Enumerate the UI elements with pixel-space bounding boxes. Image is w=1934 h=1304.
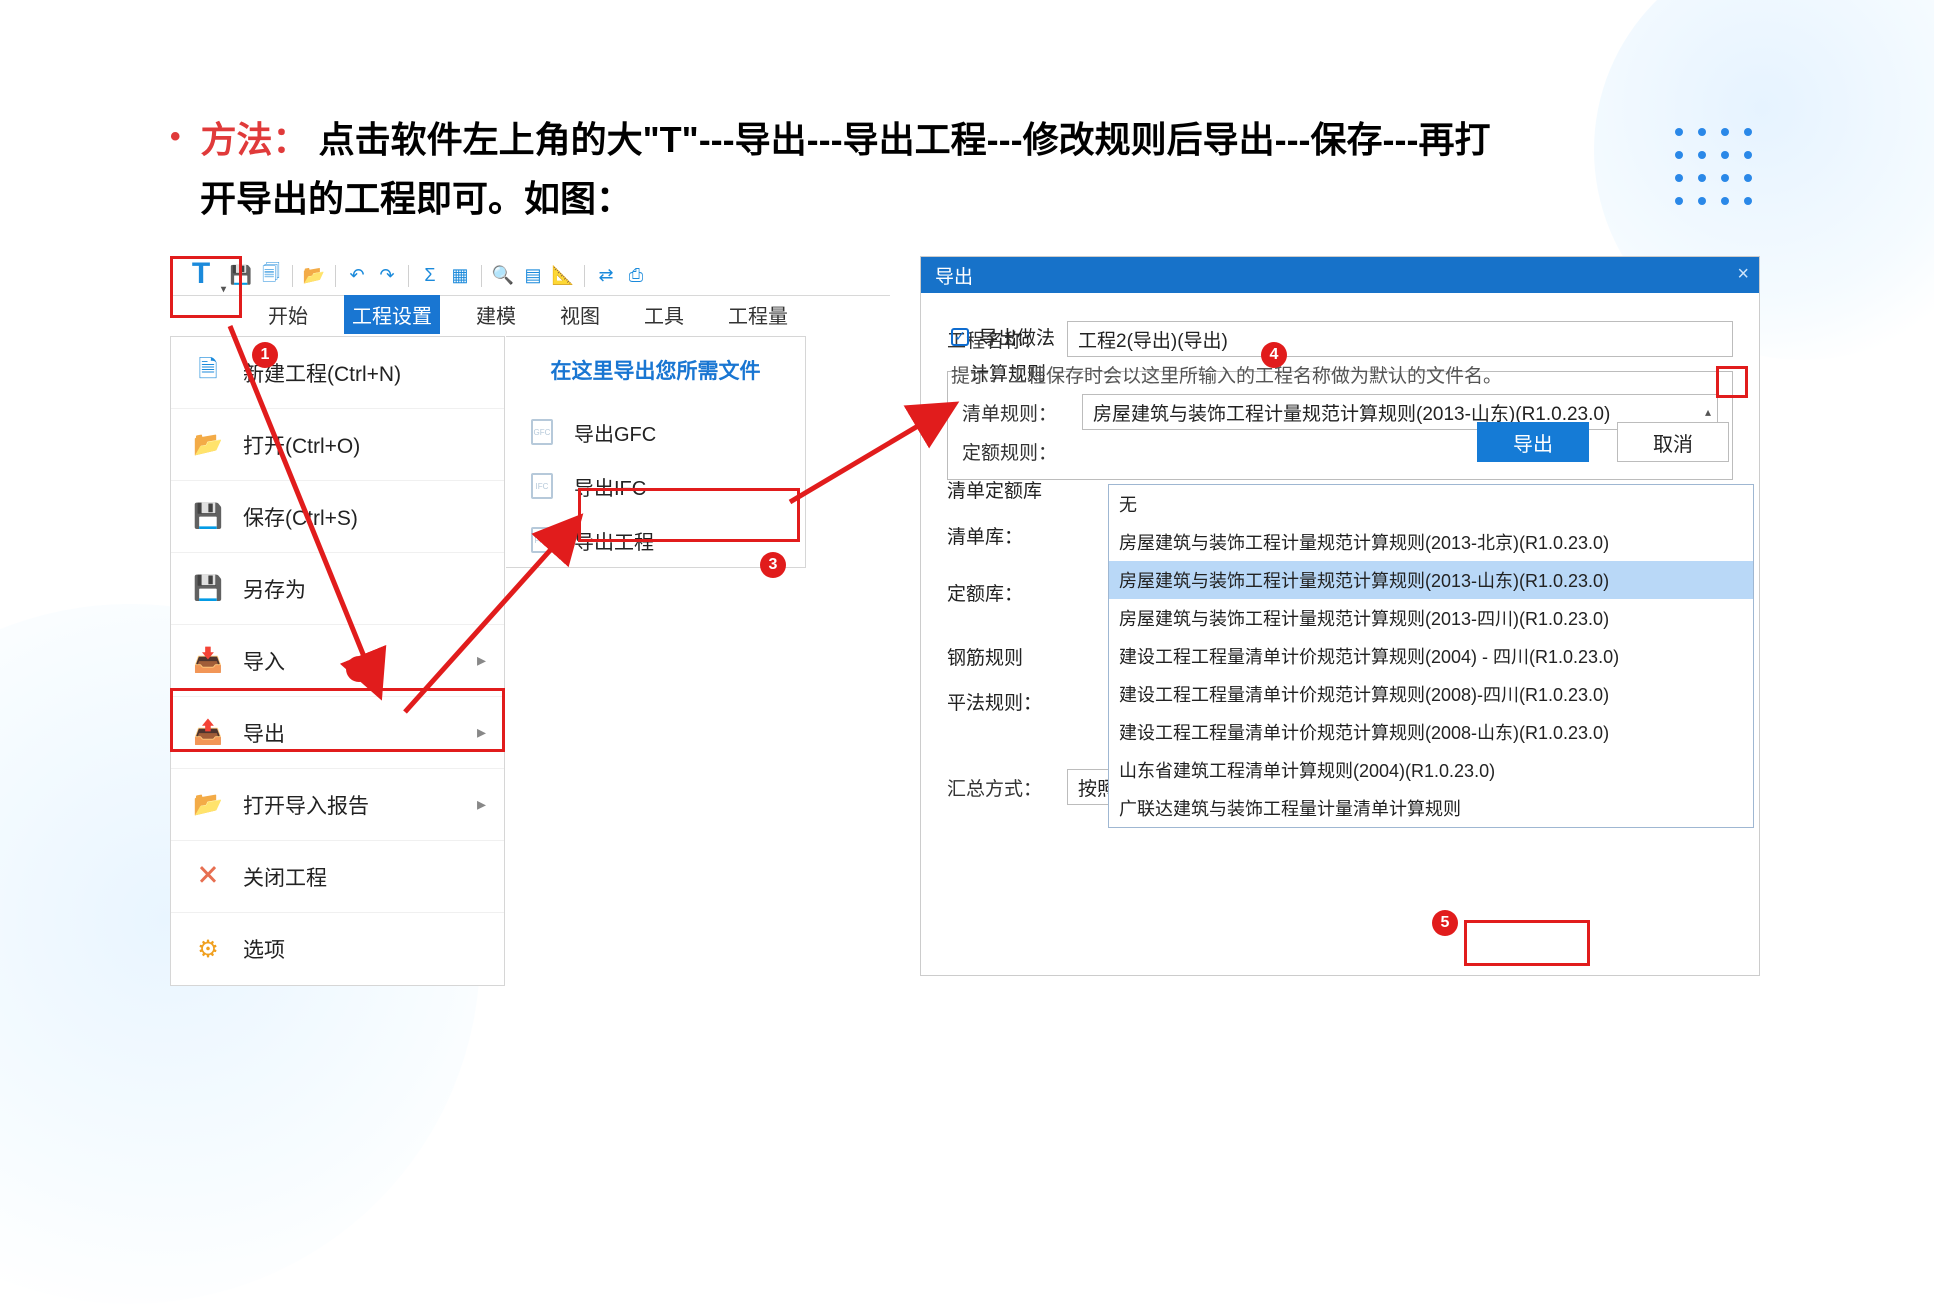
arrow-2-to-export-project [390,502,610,737]
annotation-badge-5: 5 [1432,910,1458,936]
option-glodon[interactable]: 广联达建筑与装饰工程量计量清单计算规则 [1109,789,1753,827]
find-icon[interactable]: 🔍 [490,263,516,289]
flat-rule-label: 平法规则： [947,681,1042,727]
option-shandong-2013[interactable]: 房屋建筑与装饰工程计量规范计算规则(2013-山东)(R1.0.23.0) [1109,561,1753,599]
menu-close-label: 关闭工程 [243,862,327,892]
export-dialog: 导出 × 工程名称： 工程2(导出)(导出) 计算规则 清单规则： 房屋建筑与装… [920,256,1760,976]
ifc-file-icon: IFC [528,472,556,500]
sigma-icon[interactable]: Σ [417,263,443,289]
project-name-field[interactable]: 工程2(导出)(导出) [1067,321,1733,357]
instruction-line1: 点击软件左上角的大"T"---导出---导出工程---修改规则后导出---保存-… [319,119,1491,160]
option-shandong-2004[interactable]: 山东省建筑工程清单计算规则(2004)(R1.0.23.0) [1109,751,1753,789]
ruler-icon[interactable]: 📐 [550,263,576,289]
dialog-title: 导出 [935,262,973,289]
chevron-right-icon: ▸ [477,794,486,815]
quota-lib-label: 定额库： [947,572,1042,618]
swap-icon[interactable]: ⇄ [593,263,619,289]
gear-icon: ⚙ [193,934,223,964]
save-icon[interactable]: 💾 [228,263,254,289]
quick-access-toolbar: T 💾 🗐 📂 ↶ ↷ Σ ▦ 🔍 ▤ 📐 ⇄ ⎙ [170,256,890,296]
grid-icon[interactable]: ▦ [447,263,473,289]
export-button[interactable]: 导出 [1477,422,1589,462]
export-button-label: 导出 [1513,428,1553,457]
close-icon[interactable]: × [1737,263,1749,286]
export-submenu-heading: 在这里导出您所需文件 [506,337,805,405]
undo-icon[interactable]: ↶ [344,263,370,289]
checkbox-checked-icon: ✓ [951,328,969,346]
menu-options-label: 选项 [243,934,285,964]
option-sichuan-2008[interactable]: 建设工程工程量清单计价规范计算规则(2008)-四川(R1.0.23.0) [1109,675,1753,713]
export-ifc-label: 导出IFC [574,472,646,501]
export-icon: 📤 [193,718,223,748]
rebar-legend: 钢筋规则 [947,636,1042,682]
export-method-checkbox[interactable]: ✓ 导出做法 [951,323,1055,350]
report-folder-icon: 📂 [193,790,223,820]
option-sichuan-2013[interactable]: 房屋建筑与装饰工程计量规范计算规则(2013-四川)(R1.0.23.0) [1109,599,1753,637]
instruction-line2: 开导出的工程即可。如图： [200,178,632,219]
summary-label: 汇总方式： [947,774,1067,801]
layers-icon[interactable]: ▤ [520,263,546,289]
menu-export-label: 导出 [243,718,285,748]
export-gfc-label: 导出GFC [574,418,656,447]
dialog-titlebar: 导出 × [921,257,1759,293]
export-method-label: 导出做法 [979,323,1055,350]
decorative-dot-grid [1667,120,1759,212]
tab-view[interactable]: 视图 [552,295,608,334]
project-name-value: 工程2(导出)(导出) [1078,326,1228,353]
app-logo-t[interactable]: T [178,259,224,293]
chevron-up-icon: ▴ [1705,405,1711,419]
tab-quantity[interactable]: 工程量 [720,295,796,334]
list-lib-label: 清单库： [947,515,1042,561]
slide-instruction-text: • 方法： 点击软件左上角的大"T"---导出---导出工程---修改规则后导出… [170,110,1644,229]
export-toolbar-icon[interactable]: ⎙ [623,263,649,289]
cancel-button-label: 取消 [1653,428,1693,457]
redo-icon[interactable]: ↷ [374,263,400,289]
tab-tools[interactable]: 工具 [636,295,692,334]
option-sichuan-2004[interactable]: 建设工程工程量清单计价规范计算规则(2004) - 四川(R1.0.23.0) [1109,637,1753,675]
cancel-button[interactable]: 取消 [1617,422,1729,462]
annotation-badge-3: 3 [760,552,786,578]
tab-modeling[interactable]: 建模 [468,295,524,334]
option-none[interactable]: 无 [1109,485,1753,523]
menu-options[interactable]: ⚙ 选项 [171,913,504,985]
menu-open-import-report[interactable]: 📂 打开导入报告 ▸ [171,769,504,841]
option-beijing-2013[interactable]: 房屋建筑与装饰工程计量规范计算规则(2013-北京)(R1.0.23.0) [1109,523,1753,561]
export-gfc[interactable]: GFC 导出GFC [506,405,805,459]
gfc-file-icon: GFC [528,418,556,446]
screenshot-composite: T 💾 🗐 📂 ↶ ↷ Σ ▦ 🔍 ▤ 📐 ⇄ ⎙ 开始 工程设置 建模 视图 … [170,256,1760,976]
annotation-badge-4: 4 [1261,342,1287,368]
menu-report-label: 打开导入报告 [243,790,369,820]
arrow-3-to-dialog [780,392,970,517]
save-copy-icon[interactable]: 🗐 [258,263,284,289]
open-icon[interactable]: 📂 [301,263,327,289]
close-file-icon: 🗙 [193,862,223,892]
list-rule-options[interactable]: 无 房屋建筑与装饰工程计量规范计算规则(2013-北京)(R1.0.23.0) … [1108,484,1754,828]
menu-close-project[interactable]: 🗙 关闭工程 [171,841,504,913]
dialog-tip: 提示：工程保存时会以这里所输入的工程名称做为默认的文件名。 [951,361,1502,388]
option-shandong-2008[interactable]: 建设工程工程量清单计价规范计算规则(2008-山东)(R1.0.23.0) [1109,713,1753,751]
method-label: 方法： [201,119,309,160]
